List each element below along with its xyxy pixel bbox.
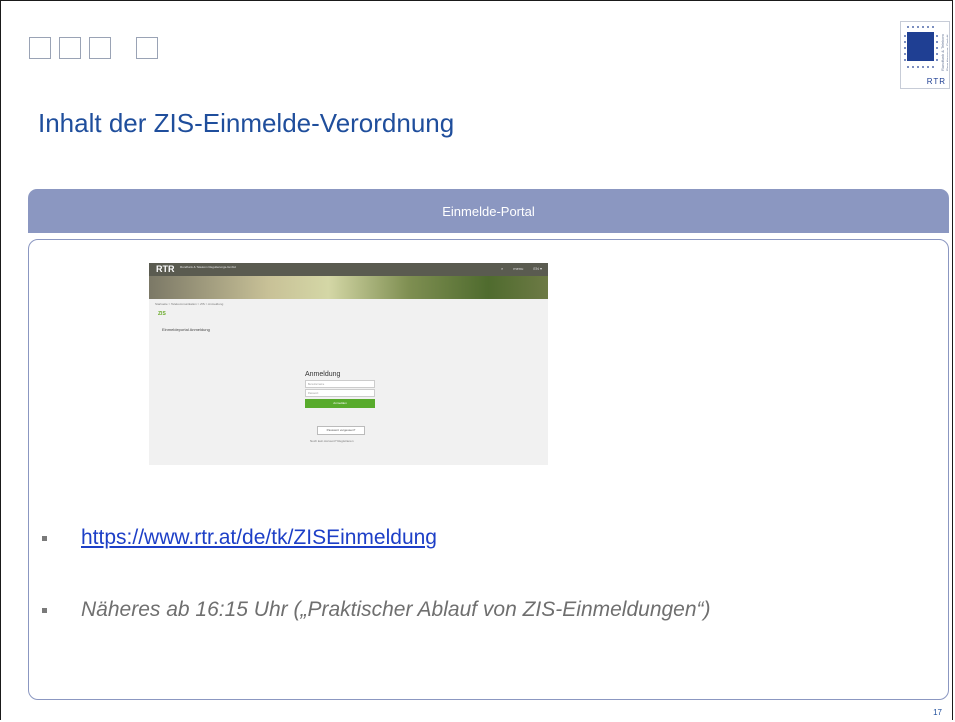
einmeldung-link[interactable]: https://www.rtr.at/de/tk/ZISEinmeldung — [81, 526, 437, 550]
content-panel: RTR Rundfunk & Telekom Regulierungs-GmbH… — [28, 239, 949, 700]
screenshot-banner — [149, 276, 548, 299]
rtr-logo: Rundfunk & Telekom Regulierungs-GmbH RTR — [900, 21, 950, 89]
screenshot-brand-sub: Rundfunk & Telekom Regulierungs-GmbH — [180, 265, 236, 269]
menu-icon: menu — [513, 266, 524, 271]
slide: Rundfunk & Telekom Regulierungs-GmbH RTR… — [0, 0, 953, 720]
square-decoration — [59, 37, 81, 59]
section-header-label: Einmelde-Portal — [442, 203, 535, 219]
schedule-note: Näheres ab 16:15 Uhr („Praktischer Ablau… — [81, 598, 711, 621]
screenshot-topbar-icons: ⌕ menu EN ▾ — [501, 266, 542, 271]
screenshot-password-field: Passwort — [305, 389, 375, 397]
bullet-icon — [42, 535, 47, 541]
screenshot-zis-label: ZIS — [158, 311, 166, 317]
screenshot-brand: RTR — [156, 264, 175, 274]
bullet-item: Näheres ab 16:15 Uhr („Praktischer Ablau… — [42, 598, 711, 622]
screenshot-topbar: RTR Rundfunk & Telekom Regulierungs-GmbH… — [149, 263, 548, 276]
section-header: Einmelde-Portal — [28, 189, 949, 233]
language-select: EN ▾ — [533, 266, 542, 271]
bullet-icon — [42, 607, 47, 613]
square-decoration — [89, 37, 111, 59]
screenshot-portal-heading: Einmeldeportal Anmeldung — [162, 327, 210, 332]
square-decoration — [136, 37, 158, 59]
screenshot-login-form: Anmeldung Benutzername Passwort Anmelden — [305, 371, 375, 408]
logo-square — [907, 32, 934, 61]
search-icon: ⌕ — [501, 266, 504, 271]
bullet-item: https://www.rtr.at/de/tk/ZISEinmeldung — [42, 526, 437, 550]
decorative-squares — [29, 37, 158, 59]
screenshot-login-button: Anmelden — [305, 399, 375, 408]
screenshot-username-field: Benutzername — [305, 380, 375, 388]
logo-vertical-text: Rundfunk & Telekom Regulierungs-GmbH — [940, 34, 948, 71]
screenshot-forgot-button: Passwort vergessen? — [317, 426, 365, 435]
screenshot-breadcrumb: Startseite > Telekommunikation > ZIS > A… — [155, 302, 224, 306]
square-decoration — [29, 37, 51, 59]
screenshot-login-heading: Anmeldung — [305, 371, 341, 378]
logo-text: RTR — [926, 77, 946, 86]
page-number: 17 — [933, 708, 942, 717]
slide-title: Inhalt der ZIS-Einmelde-Verordnung — [38, 108, 455, 138]
portal-screenshot: RTR Rundfunk & Telekom Regulierungs-GmbH… — [149, 263, 548, 465]
screenshot-register-text: Noch kein Account? Registrieren — [310, 439, 354, 443]
